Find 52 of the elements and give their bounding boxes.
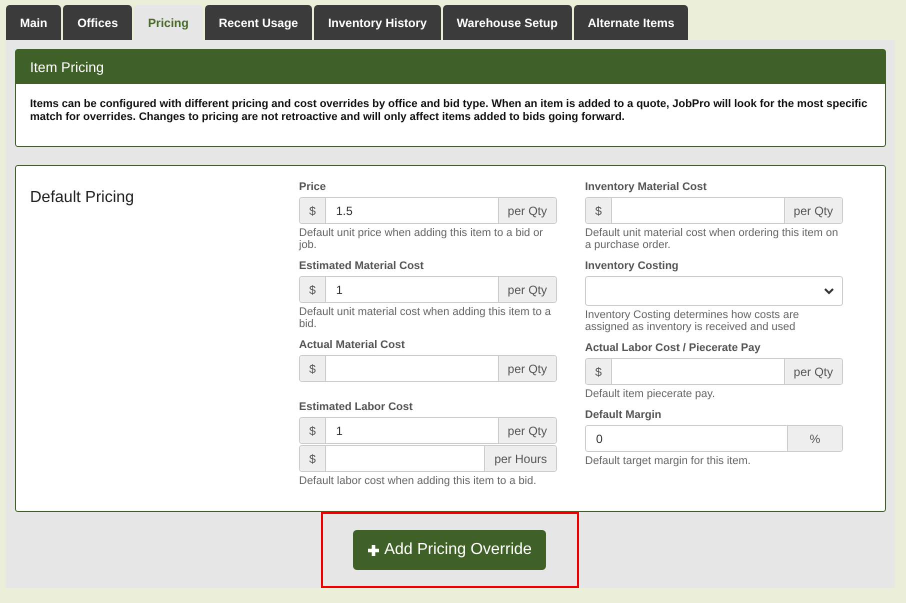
input-field[interactable]: $ 1 per Qty [299,276,557,303]
currency-addon: $ [586,359,611,384]
input-field[interactable]: $ 1 per Qty [299,417,557,444]
help-text: Default unit price when adding this item to a bid or job. [299,227,544,251]
plus-icon [367,544,380,556]
info-text: Items can be configured with different pricing and cost overrides by office and bid type. When an item is added to a quote, JobPro will look for the most specific match for overrides. Changes to pricing are not retroactive and will only affect items added to bids going forward. [29,97,868,125]
input-field[interactable]: $ per Qty [585,358,843,385]
field-label: Actual Material Cost [299,339,406,351]
chevron-down-icon [824,288,834,294]
add-pricing-override-button[interactable]: Add Pricing Override [353,530,546,570]
unit-addon: per Qty [784,359,842,384]
field-label: Inventory Costing [585,260,680,272]
currency-addon: $ [300,277,325,302]
panel-title: Item Pricing [16,50,885,84]
input-field[interactable]: $ 1.5 per Qty [299,197,557,224]
currency-addon: $ [300,198,325,223]
unit-addon: % [788,426,842,451]
tab[interactable]: Recent Usage [204,5,312,40]
input-field[interactable]: 0 % [585,425,843,452]
field-label: Estimated Material Cost [299,260,425,272]
field-label: Price [299,181,327,193]
currency-addon: $ [300,446,325,471]
help-text: Inventory Costing determines how costs are assigned as inventory is received and used [585,309,800,333]
currency-addon: $ [586,198,611,223]
tab[interactable]: Alternate Items [574,5,688,40]
input-field[interactable]: $ per Hours [299,445,557,472]
help-text: Default unit material cost when ordering this item on a purchase order. [585,227,840,251]
help-text: Default target margin for this item. [585,455,752,467]
help-text: Default item piecerate pay. [585,388,716,400]
currency-addon: $ [300,356,325,381]
tab[interactable]: Offices [63,5,132,40]
currency-addon: $ [300,418,325,443]
input-field[interactable]: $ per Qty [585,197,843,224]
unit-addon: per Qty [498,356,556,381]
help-text: Default labor cost when adding this item to a bid. [299,475,538,487]
unit-addon: per Qty [498,277,556,302]
unit-addon: per Qty [498,418,556,443]
field-label: Default Margin [585,409,662,421]
tab[interactable]: Inventory History [314,5,441,40]
help-text: Default unit material cost when adding this item to a bid. [299,306,552,330]
tab[interactable]: Pricing [134,5,203,40]
input-field[interactable]: $ per Qty [299,355,557,382]
unit-addon: per Hours [485,446,556,471]
field-label: Inventory Material Cost [585,181,708,193]
select-field[interactable] [585,276,843,306]
field-label: Estimated Labor Cost [299,401,414,413]
field-label: Actual Labor Cost / Piecerate Pay [585,342,762,354]
unit-addon: per Qty [498,198,556,223]
unit-addon: per Qty [784,198,842,223]
tab[interactable]: Warehouse Setup [442,5,572,40]
section-title: Default Pricing [30,188,136,208]
tab[interactable]: Main [6,5,62,40]
